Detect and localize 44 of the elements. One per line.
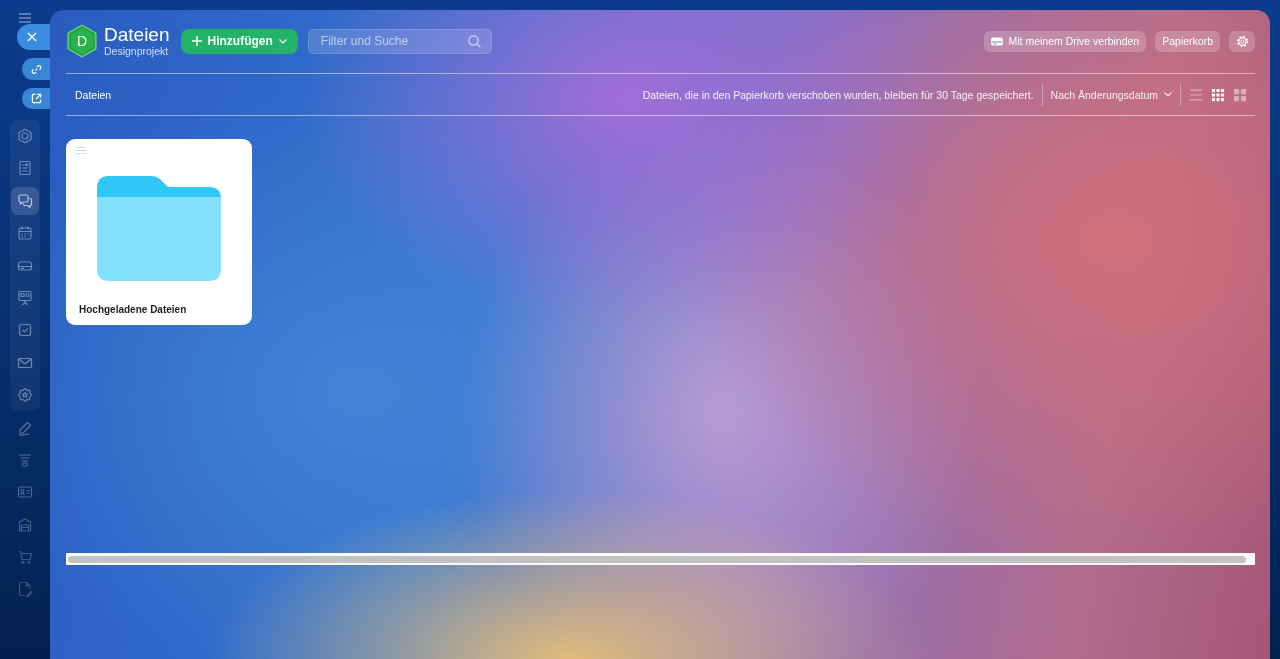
trash-button[interactable]: Papierkorb (1155, 30, 1220, 52)
close-icon (26, 32, 37, 42)
newspaper-icon[interactable] (17, 160, 33, 177)
calendar-icon[interactable] (17, 225, 33, 242)
search-icon (467, 34, 481, 48)
chat-icon[interactable] (11, 186, 39, 215)
funnel-icon[interactable] (17, 451, 33, 468)
link-button[interactable] (22, 58, 50, 80)
star-badge-icon[interactable] (17, 387, 33, 404)
chevron-down-icon (278, 38, 287, 44)
warehouse-icon[interactable] (17, 516, 33, 533)
link-icon (30, 63, 42, 75)
scrollbar-thumb[interactable] (68, 556, 1246, 563)
grid-view-icon[interactable] (1211, 87, 1225, 102)
tile-view-icon[interactable] (1233, 87, 1247, 102)
sort-dropdown[interactable]: Nach Änderungsdatum (1050, 88, 1172, 101)
breadcrumb[interactable]: Dateien (75, 88, 112, 101)
document-icon[interactable] (17, 581, 33, 598)
hard-drive-icon (990, 36, 1003, 46)
menu-icon[interactable] (19, 13, 31, 23)
plus-icon (191, 36, 202, 46)
task-icon[interactable] (17, 322, 33, 339)
hexagon-icon[interactable] (17, 128, 33, 144)
open-external-button[interactable] (22, 88, 50, 109)
chevron-down-icon (1164, 92, 1172, 97)
trash-notice: Dateien, die in den Papierkorb verschoben wurden, bleiben für 30 Tage gespeichert. (642, 88, 1034, 101)
connect-drive-button[interactable]: Mit meinem Drive verbinden (983, 30, 1147, 52)
folder-name: Hochgeladene Dateien (78, 304, 187, 317)
project-name: Designprojekt (104, 45, 170, 57)
folder-icon (97, 176, 221, 281)
open-external-icon (30, 93, 42, 104)
list-view-icon[interactable] (1189, 87, 1203, 102)
page-title: Dateien (104, 25, 170, 45)
settings-icon (1235, 34, 1249, 48)
close-button[interactable] (17, 24, 50, 50)
settings-button[interactable] (1229, 30, 1255, 52)
add-button[interactable]: Hinzufügen (180, 28, 298, 54)
presentation-icon[interactable] (17, 289, 33, 306)
pen-icon[interactable] (17, 419, 33, 436)
scrollbar-track[interactable] (66, 553, 1255, 565)
project-avatar: D (66, 24, 98, 58)
cart-icon[interactable] (17, 549, 33, 566)
id-card-icon[interactable] (17, 484, 33, 501)
folder-card[interactable]: Hochgeladene Dateien (66, 139, 252, 325)
